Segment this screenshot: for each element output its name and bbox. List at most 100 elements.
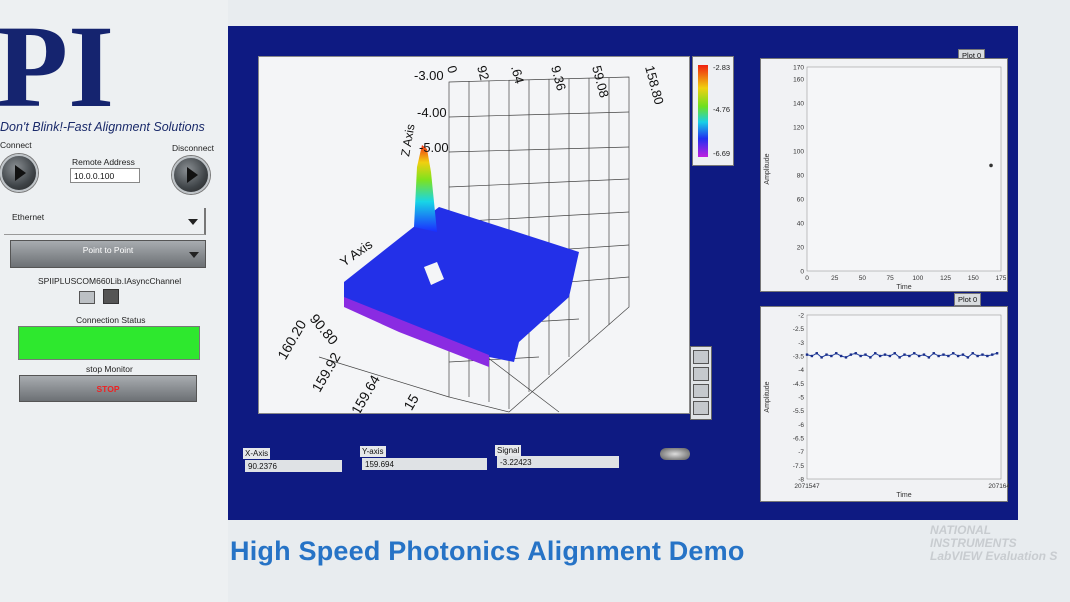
- color-scale: -2.83 -4.76 -6.69: [692, 56, 734, 166]
- connection-status-led: [18, 326, 200, 360]
- y-tick: 15: [400, 391, 422, 413]
- y-tick-label: 140: [793, 101, 804, 108]
- disconnect-label: Disconnect: [172, 143, 215, 153]
- ni-watermark: NATIONAL INSTRUMENTS LabVIEW Evaluation …: [930, 524, 1057, 563]
- demo-caption: High Speed Photonics Alignment Demo: [230, 536, 745, 566]
- top-tick: .64: [508, 64, 527, 85]
- data-point: [956, 354, 960, 358]
- channel-label: SPIIPLUSCOM660Lib.IAsyncChannel: [38, 276, 182, 286]
- data-point: [820, 356, 823, 359]
- data-point: [878, 354, 882, 358]
- y-tick-label: 160: [793, 77, 804, 84]
- pi-logo: PI: [0, 14, 114, 114]
- data-point: [927, 356, 931, 359]
- x-tick-label: 125: [940, 275, 951, 282]
- x-tick-label: 175: [996, 275, 1007, 282]
- amplitude-plot-top[interactable]: 170 160 140 120 100 80 60 40 20 0 0 25 50 75 100 125 150…: [760, 58, 1008, 292]
- data-point: [937, 354, 940, 358]
- amplitude-plot-bottom[interactable]: -2 -2.5 -3 -3.5 -4 -4.5 -5 -5.5 -6 -6.5 -7 -7.5 -8 20…: [760, 306, 1014, 502]
- y-axis-output-label: Y-axis: [360, 446, 386, 457]
- data-point: [981, 353, 984, 356]
- y-tick: 159.92: [308, 349, 343, 394]
- connect-button[interactable]: [0, 154, 38, 192]
- data-point: [917, 354, 921, 358]
- signal-value: -3.22423: [497, 456, 619, 468]
- plot-area: [806, 66, 1002, 272]
- graph-tools-palette: [690, 346, 712, 420]
- x-tick-label: 2071647: [988, 483, 1009, 490]
- data-point: [888, 354, 892, 358]
- data-point: [898, 356, 901, 359]
- z-tick: -3.00: [414, 68, 444, 83]
- mode-dropdown[interactable]: Point to Point: [10, 240, 206, 268]
- mode-value: Point to Point: [82, 245, 134, 255]
- channel-out-icon[interactable]: [103, 289, 119, 304]
- data-point: [854, 352, 857, 355]
- y-tick-label: -3: [798, 340, 804, 347]
- y-tick-label: 120: [793, 125, 804, 132]
- pan-icon[interactable]: [693, 367, 709, 381]
- tagline: Don't Blink!-Fast Alignment Solutions: [0, 120, 205, 134]
- top-tick: 59.08: [589, 64, 612, 99]
- data-point: [991, 353, 994, 356]
- y-axis-title: Amplitude: [764, 153, 771, 184]
- x-axis-value: 90.2376: [245, 460, 342, 472]
- color-scale-bar: [698, 65, 708, 157]
- data-point: [961, 353, 965, 356]
- top-tick: 92: [474, 64, 492, 82]
- stop-monitor-label: stop Monitor: [86, 364, 133, 374]
- stop-button[interactable]: STOP: [19, 375, 197, 402]
- x-axis-label: X-Axis: [243, 448, 271, 459]
- y-tick-label: 0: [800, 269, 804, 276]
- connection-status-label: Connection Status: [76, 315, 146, 325]
- 3d-surface-graph[interactable]: -3.00 -4.00 -5.00 Z Axis 0 92 .64 9.36 5…: [258, 56, 690, 414]
- data-point: [874, 352, 877, 355]
- channel-in-icon[interactable]: [79, 291, 95, 304]
- y-axis-value: 159.694: [362, 458, 487, 470]
- data-point: [971, 352, 974, 355]
- data-point: [903, 353, 906, 356]
- data-point: [825, 353, 828, 356]
- y-tick-label: -5: [798, 395, 804, 402]
- x-tick-label: 150: [968, 275, 979, 282]
- data-point: [815, 352, 818, 355]
- plot-bottom-legend: Plot 0: [954, 293, 982, 306]
- top-tick: 0: [444, 64, 460, 75]
- rotate-icon[interactable]: [693, 384, 709, 398]
- interface-dropdown[interactable]: Ethernet: [4, 208, 206, 235]
- reset-icon[interactable]: [693, 401, 709, 415]
- z-axis-ticks: -3.00 -4.00 -5.00: [414, 68, 449, 155]
- surface-peak: [414, 145, 437, 232]
- y-tick-label: -7: [798, 449, 804, 456]
- y-tick-label: -2: [798, 313, 804, 320]
- y-tick-label: -5.5: [793, 408, 805, 415]
- data-point: [849, 353, 853, 356]
- plot-top-svg: 170 160 140 120 100 80 60 40 20 00 25 50 75 100 125 150…: [764, 65, 1007, 292]
- y-tick: 160.20: [274, 317, 309, 362]
- data-point: [830, 354, 833, 358]
- connect-label: Connect: [0, 140, 32, 150]
- zoom-icon[interactable]: [693, 350, 709, 364]
- x-tick-label: 25: [831, 275, 839, 282]
- disconnect-button[interactable]: [172, 156, 210, 194]
- y-tick-label: 80: [797, 173, 805, 180]
- toggle-switch[interactable]: [660, 448, 690, 460]
- y-tick-label: 60: [797, 197, 805, 204]
- data-point: [942, 353, 945, 356]
- data-point: [859, 354, 862, 358]
- z-tick: -5.00: [419, 140, 449, 155]
- data-point: [913, 352, 916, 355]
- scale-tick: -2.83: [713, 63, 731, 72]
- data-point: [844, 356, 848, 359]
- y-tick: 90.80: [307, 311, 342, 348]
- 3d-surface-plot: -3.00 -4.00 -5.00 Z Axis 0 92 .64 9.36 5…: [274, 64, 667, 413]
- x-tick-label: 100: [912, 275, 923, 282]
- y-tick-label: -2.5: [793, 326, 805, 333]
- top-axis-ticks: 0 92 .64 9.36 59.08 158.80: [444, 64, 667, 106]
- scale-tick: -6.69: [713, 149, 731, 158]
- data-point: [966, 356, 970, 359]
- data-point: [839, 354, 843, 358]
- y-tick-label: -3.5: [793, 354, 805, 361]
- data-point: [989, 163, 993, 168]
- remote-address-input[interactable]: 10.0.0.100: [70, 168, 140, 183]
